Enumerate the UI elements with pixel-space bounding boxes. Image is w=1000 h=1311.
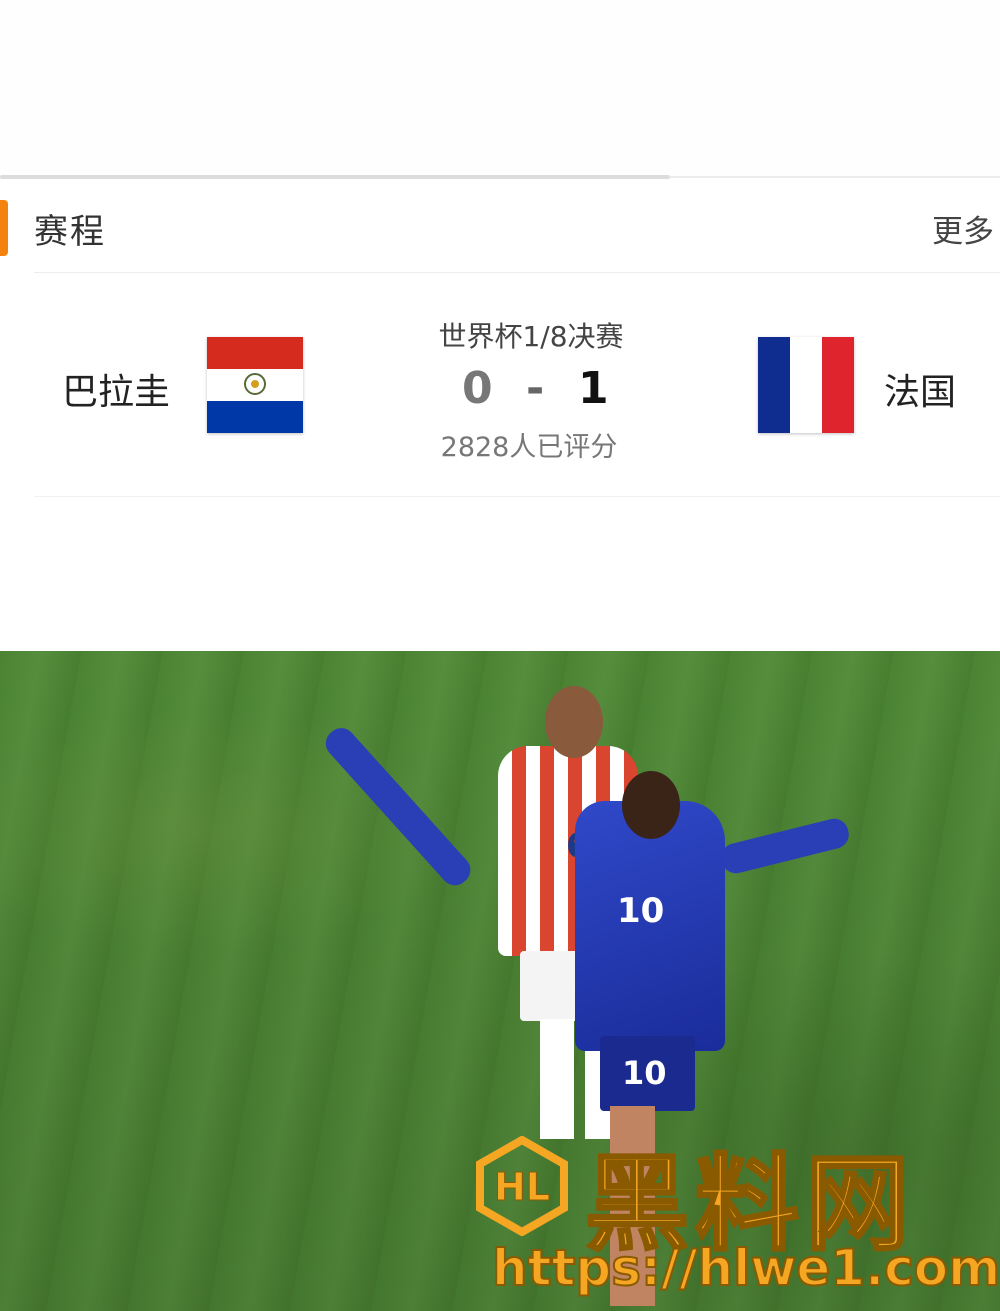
- home-score: 0: [462, 363, 493, 414]
- jersey-number: 10: [617, 891, 665, 931]
- shorts-number: 10: [622, 1054, 667, 1092]
- section-accent-bar: [0, 200, 8, 256]
- header-divider: [34, 272, 1000, 273]
- svg-text:HL: HL: [494, 1165, 550, 1209]
- watermark-logo-icon: HL: [476, 1136, 568, 1236]
- away-score: 1: [578, 363, 609, 414]
- card-divider: [34, 496, 1000, 497]
- france-flag-icon[interactable]: [758, 337, 854, 433]
- paraguay-seal-icon: [244, 373, 266, 396]
- home-team-name[interactable]: 巴拉圭: [62, 363, 170, 415]
- section-title: 赛程: [34, 212, 106, 252]
- score-separator: -: [526, 363, 545, 414]
- match-photo[interactable]: 6 10 10 HL 黑料网 https://hlwe1.com: [0, 651, 1000, 1311]
- top-divider: [670, 176, 1000, 178]
- france-player-head: [622, 771, 680, 839]
- more-link[interactable]: 更多: [932, 206, 994, 251]
- paraguay-player-sock: [540, 1019, 574, 1139]
- watermark-url: https://hlwe1.com: [491, 1238, 1000, 1298]
- away-team-name[interactable]: 法国: [884, 363, 956, 415]
- france-player-shorts: 10: [600, 1036, 695, 1111]
- scroll-indicator: [0, 175, 670, 179]
- schedule-card: 赛程 更多 巴拉圭 世界杯1/8决赛 0 - 1 2828人已评分 法国: [0, 180, 1000, 650]
- paraguay-player-head: [545, 686, 603, 758]
- top-blank-area: [0, 0, 1000, 176]
